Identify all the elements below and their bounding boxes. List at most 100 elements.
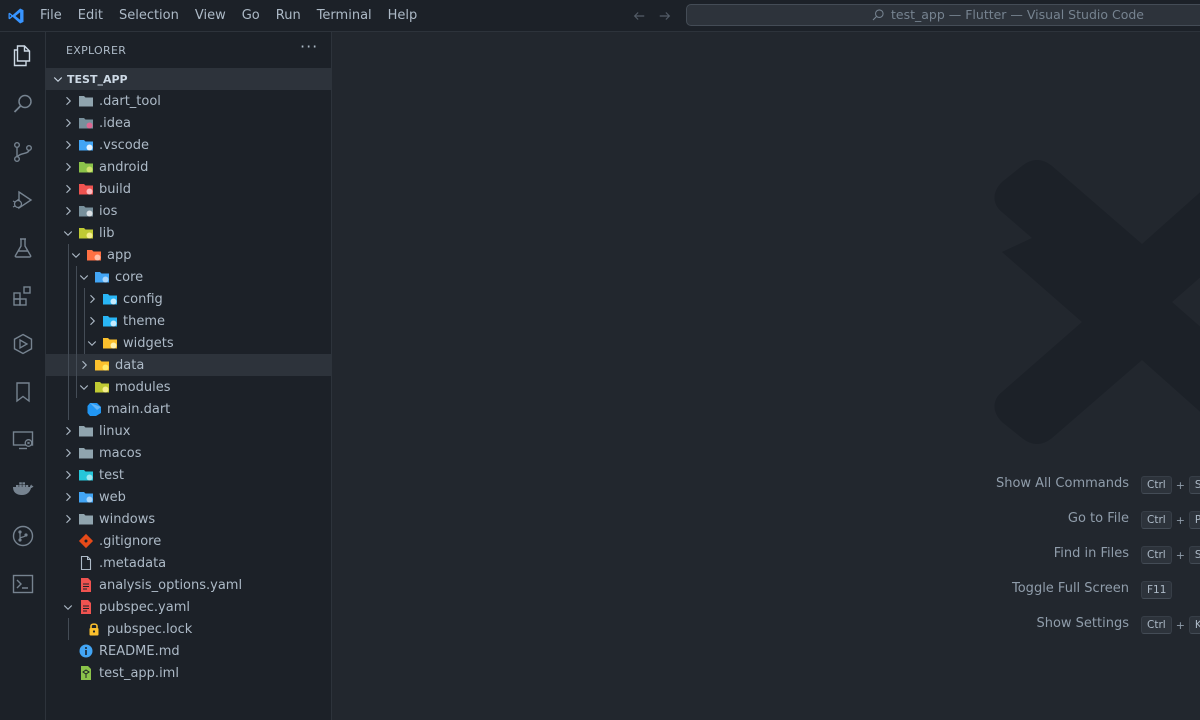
tree-folder[interactable]: linux [46,420,331,442]
tree-item-label: widgets [123,335,174,351]
menu-go[interactable]: Go [234,5,268,27]
tree-file[interactable]: analysis_options.yaml [46,574,331,596]
shortcut-keys: F11 [1141,581,1176,599]
folder-modules-icon [95,382,109,393]
command-center[interactable]: test_app — Flutter — Visual Studio Code [686,4,1200,26]
tree-folder[interactable]: config [46,288,331,310]
menu-selection[interactable]: Selection [111,5,187,27]
bookmark-icon[interactable] [0,368,46,416]
editor-area[interactable]: Show All CommandsCtrl+ShGo to FileCtrl+P… [332,32,1200,720]
tree-file[interactable]: .gitignore [46,530,331,552]
chevron-right-icon [66,118,72,128]
folder-widgets-icon [103,338,117,349]
indent-guide [68,398,69,420]
tree-file[interactable]: pubspec.yaml [46,596,331,618]
shortcut-label[interactable]: Go to File [1068,511,1129,526]
folder-data-icon [95,360,109,371]
tree-folder[interactable]: web [46,486,331,508]
menu-bar: File Edit Selection View Go Run Terminal Help [32,0,425,32]
keyboard-key: P [1188,511,1200,529]
shortcut-label[interactable]: Show All Commands [996,476,1129,491]
keyboard-key: Sh [1188,476,1200,494]
indent-guide [68,354,69,376]
file-tree: .dart_tool .idea .vscode android build ios lib… [46,90,331,684]
tree-folder[interactable]: test [46,464,331,486]
shortcut-label[interactable]: Find in Files [1054,546,1129,561]
chevron-down-icon [79,385,89,391]
search-icon[interactable] [0,80,46,128]
tree-folder[interactable]: app [46,244,331,266]
flutter-icon[interactable] [0,320,46,368]
tree-folder[interactable]: data [46,354,331,376]
tree-file[interactable]: main.dart [46,398,331,420]
folder-android-icon [79,162,93,173]
remote-explorer-icon[interactable] [0,416,46,464]
tree-folder[interactable]: build [46,178,331,200]
tree-item-label: data [115,357,145,373]
chevron-down-icon [63,605,73,611]
yaml-file-icon [81,578,91,592]
tree-folder[interactable]: .dart_tool [46,90,331,112]
shortcut-keys: Ctrl+Sh [1141,546,1200,564]
explorer-header: EXPLORER [66,44,127,57]
tree-folder[interactable]: .idea [46,112,331,134]
tree-folder[interactable]: lib [46,222,331,244]
folder-ios-icon [79,206,93,217]
tree-folder[interactable]: modules [46,376,331,398]
generic-file-icon [80,555,92,571]
tree-item-label: web [99,489,126,505]
tree-item-label: core [115,269,144,285]
tree-item-label: macos [99,445,142,461]
tree-folder[interactable]: core [46,266,331,288]
workspace-root-label: TEST_APP [67,72,128,86]
menu-view[interactable]: View [187,5,234,27]
shortcut-label[interactable]: Show Settings [1036,616,1129,631]
menu-edit[interactable]: Edit [70,5,111,27]
tree-file[interactable]: .metadata [46,552,331,574]
git-graph-icon[interactable] [0,512,46,560]
docker-icon[interactable] [0,464,46,512]
keyboard-key: Sh [1188,546,1200,564]
explorer-icon[interactable] [0,32,46,80]
back-arrow-icon[interactable] [630,6,648,26]
shortcut-label[interactable]: Toggle Full Screen [1012,581,1129,596]
folder-core-icon [95,272,109,283]
tree-item-label: .dart_tool [99,93,161,109]
tree-item-label: .idea [99,115,131,131]
workspace-root[interactable]: TEST_APP [46,68,331,90]
tree-folder[interactable]: macos [46,442,331,464]
menu-terminal[interactable]: Terminal [309,5,380,27]
tree-item-label: test_app.iml [99,665,179,681]
tree-item-label: app [107,247,132,263]
indent-guide [76,310,77,332]
indent-guide [76,266,77,288]
tree-folder[interactable]: theme [46,310,331,332]
tree-folder[interactable]: windows [46,508,331,530]
key-separator: + [1175,618,1185,632]
menu-help[interactable]: Help [380,5,426,27]
tree-file[interactable]: README.md [46,640,331,662]
forward-arrow-icon[interactable] [656,6,674,26]
run-debug-icon[interactable] [0,176,46,224]
tree-file[interactable]: pubspec.lock [46,618,331,640]
tree-item-label: .metadata [99,555,167,571]
source-control-icon[interactable] [0,128,46,176]
tree-folder[interactable]: widgets [46,332,331,354]
chevron-right-icon [66,492,72,502]
folder-vscode-icon [79,140,93,151]
search-icon [872,9,884,21]
indent-guide [84,288,85,310]
menu-run[interactable]: Run [268,5,309,27]
indent-guide [76,354,77,376]
tree-folder[interactable]: android [46,156,331,178]
vscode-logo-icon[interactable] [7,7,25,25]
title-bar: File Edit Selection View Go Run Terminal Help t… [0,0,1200,32]
tree-folder[interactable]: .vscode [46,134,331,156]
tree-file[interactable]: test_app.iml [46,662,331,684]
extensions-icon[interactable] [0,272,46,320]
tree-folder[interactable]: ios [46,200,331,222]
menu-file[interactable]: File [32,5,70,27]
terminal-icon[interactable] [0,560,46,608]
more-actions-icon[interactable]: ··· [300,39,317,60]
testing-icon[interactable] [0,224,46,272]
